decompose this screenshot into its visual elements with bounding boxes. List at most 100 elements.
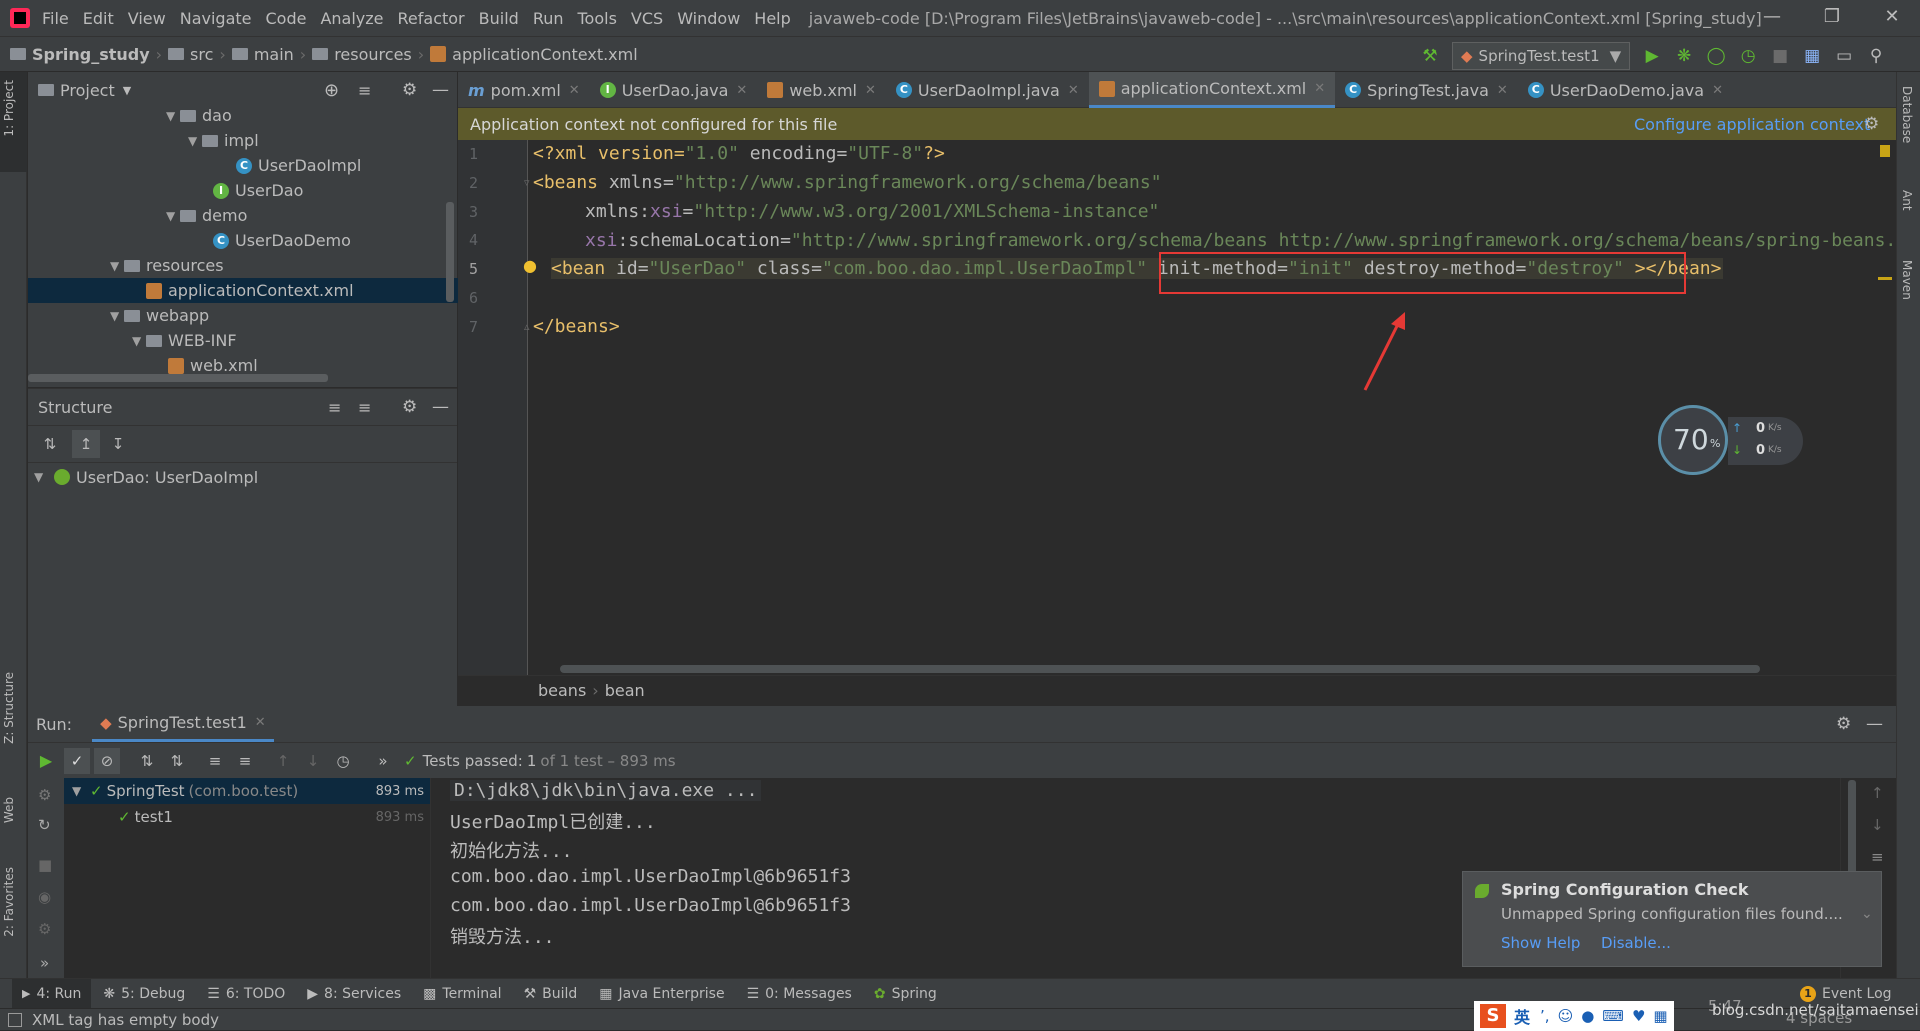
stop-icon[interactable]: ■ xyxy=(1770,46,1790,66)
project-structure-icon[interactable]: ▦ xyxy=(1802,46,1822,66)
maven-tool-button[interactable]: Maven xyxy=(1900,260,1914,300)
chevron-down-icon[interactable]: ▼ xyxy=(123,84,131,97)
close-tab-icon[interactable]: ✕ xyxy=(569,83,580,98)
settings-icon[interactable]: ⚙ xyxy=(38,920,51,938)
tool-spring[interactable]: ✿ Spring xyxy=(874,986,937,1002)
menu-tools[interactable]: Tools xyxy=(578,9,617,28)
menu-view[interactable]: View xyxy=(128,9,166,28)
test-case-row[interactable]: ✓ test1 893 ms xyxy=(64,804,430,830)
tool-build[interactable]: ⚒ Build xyxy=(524,986,578,1002)
show-fields-icon[interactable]: ↥ xyxy=(72,430,100,458)
lightbulb-icon[interactable]: ● xyxy=(523,256,537,275)
menu-window[interactable]: Window xyxy=(677,9,740,28)
close-tab-icon[interactable]: ✕ xyxy=(865,83,876,98)
test-suite-row[interactable]: ▼ ✓ SpringTest (com.boo.test) 893 ms xyxy=(64,778,430,804)
ime-toolbar[interactable]: S 英 ’, ☺ ● ⌨ ♥ ▦ xyxy=(1474,1001,1674,1031)
tree-item-userdao[interactable]: I UserDao xyxy=(213,178,303,203)
gear-icon[interactable]: ⚙ xyxy=(1836,714,1851,734)
close-tab-icon[interactable]: ✕ xyxy=(1068,83,1079,98)
menu-code[interactable]: Code xyxy=(266,9,307,28)
warning-marker-icon[interactable] xyxy=(1880,145,1890,157)
menu-refactor[interactable]: Refactor xyxy=(398,9,465,28)
expand-all-icon[interactable]: ≡ xyxy=(328,398,341,417)
tab-userdaodemo-java[interactable]: C UserDaoDemo.java ✕ xyxy=(1518,72,1733,108)
prev-failed-icon[interactable]: ↑ xyxy=(268,752,298,770)
show-ignored-icon[interactable]: ⊘ xyxy=(94,747,120,774)
show-help-link[interactable]: Show Help xyxy=(1501,934,1580,952)
gear-icon[interactable]: ⚙ xyxy=(1864,114,1879,134)
warning-stripe[interactable] xyxy=(1878,277,1892,280)
rerun-failed-icon[interactable]: ↻ xyxy=(38,816,51,834)
tab-pom-xml[interactable]: m pom.xml ✕ xyxy=(458,72,590,108)
tool-messages[interactable]: ☰ 0: Messages xyxy=(747,986,852,1002)
menu-edit[interactable]: Edit xyxy=(83,9,114,28)
intellij-logo-icon[interactable] xyxy=(10,8,30,28)
tool-services[interactable]: ▶ 8: Services xyxy=(307,986,401,1002)
database-tool-button[interactable]: Database xyxy=(1900,86,1914,143)
collapse-all-icon[interactable]: ≡ xyxy=(358,398,371,417)
tree-item-demo[interactable]: ▼ demo xyxy=(166,203,247,228)
show-passed-icon[interactable]: ✓ xyxy=(64,747,90,774)
gear-icon[interactable]: ⚙ xyxy=(402,397,417,417)
more-icon[interactable]: » xyxy=(40,954,49,972)
tab-web-xml[interactable]: web.xml ✕ xyxy=(757,72,886,108)
menu-help[interactable]: Help xyxy=(754,9,790,28)
sort-icon[interactable]: ⇅ xyxy=(36,435,64,453)
tool-terminal[interactable]: ▩ Terminal xyxy=(423,986,501,1002)
tree-item-resources[interactable]: ▼ resources xyxy=(110,253,224,278)
close-tab-icon[interactable]: ✕ xyxy=(255,715,266,730)
sort-duration-icon[interactable]: ⇅ xyxy=(162,752,192,770)
web-tool-button[interactable]: Web xyxy=(2,797,16,823)
tab-applicationcontext-xml[interactable]: applicationContext.xml ✕ xyxy=(1088,72,1336,108)
build-hammer-icon[interactable]: ⚒ xyxy=(1420,46,1440,66)
configure-context-link[interactable]: Configure application context xyxy=(1634,115,1870,134)
coverage-icon[interactable]: ◯ xyxy=(1706,46,1726,66)
breadcrumb-src[interactable]: src xyxy=(190,45,213,64)
structure-tool-button[interactable]: Z: Structure xyxy=(2,672,16,744)
camera-icon[interactable]: ◉ xyxy=(38,888,51,906)
run-icon[interactable]: ▶ xyxy=(1642,46,1662,66)
close-tab-icon[interactable]: ✕ xyxy=(736,83,747,98)
tree-item-impl[interactable]: ▼ impl xyxy=(188,128,259,153)
tree-item-userdaoimpl[interactable]: C UserDaoImpl xyxy=(236,153,361,178)
sort-alpha-icon[interactable]: ⇅ xyxy=(132,752,162,770)
project-tool-button[interactable]: 1: Project xyxy=(2,80,16,137)
tree-item-dao[interactable]: ▼ dao xyxy=(166,103,232,128)
chevron-down-icon[interactable]: ⌄ xyxy=(1861,906,1873,922)
menu-navigate[interactable]: Navigate xyxy=(180,9,252,28)
restore-icon[interactable]: ❐ xyxy=(1812,6,1852,27)
fold-icon[interactable]: ▿ xyxy=(524,176,530,189)
tool-event-log[interactable]: 1 Event Log xyxy=(1800,985,1892,1002)
editor-crumb-beans[interactable]: beans xyxy=(538,681,586,700)
structure-root[interactable]: ▼ UserDao: UserDaoImpl xyxy=(28,463,457,491)
presentation-icon[interactable]: ▭ xyxy=(1834,46,1854,66)
run-config-select[interactable]: ◆ SpringTest.test1 ▼ xyxy=(1452,42,1631,70)
disable-link[interactable]: Disable... xyxy=(1601,934,1671,952)
breadcrumb-project[interactable]: Spring_study xyxy=(32,45,150,64)
tool-run[interactable]: ▶ 4: Run xyxy=(12,978,92,1009)
hide-icon[interactable]: — xyxy=(1866,714,1883,734)
tool-todo[interactable]: ☰ 6: TODO xyxy=(207,986,285,1002)
collapse-all-icon[interactable]: ≡ xyxy=(358,81,371,100)
minimize-icon[interactable]: — xyxy=(1752,6,1792,27)
expand-all-icon[interactable]: ≡ xyxy=(200,752,230,770)
locate-icon[interactable]: ⊕ xyxy=(324,80,339,101)
breadcrumb-resources[interactable]: resources xyxy=(334,45,412,64)
profile-icon[interactable]: ◷ xyxy=(1738,46,1758,66)
menu-analyze[interactable]: Analyze xyxy=(320,9,383,28)
more-icon[interactable]: » xyxy=(368,752,398,770)
tab-userdao-java[interactable]: I UserDao.java ✕ xyxy=(590,72,758,108)
breadcrumb-file[interactable]: applicationContext.xml xyxy=(452,45,638,64)
scroll-up-icon[interactable]: ↑ xyxy=(1871,784,1884,802)
hide-icon[interactable]: — xyxy=(432,80,449,100)
soft-wrap-icon[interactable]: ≡ xyxy=(1871,848,1884,866)
stop-icon[interactable]: ■ xyxy=(38,856,52,874)
search-icon[interactable]: ⚲ xyxy=(1866,46,1886,66)
menu-file[interactable]: File xyxy=(42,9,69,28)
scroll-down-icon[interactable]: ↓ xyxy=(1871,816,1884,834)
close-tab-icon[interactable]: ✕ xyxy=(1712,83,1723,98)
close-tab-icon[interactable]: ✕ xyxy=(1497,83,1508,98)
tree-item-web-inf[interactable]: ▼ WEB-INF xyxy=(132,328,237,353)
menu-run[interactable]: Run xyxy=(533,9,564,28)
tab-springtest-java[interactable]: C SpringTest.java ✕ xyxy=(1335,72,1518,108)
